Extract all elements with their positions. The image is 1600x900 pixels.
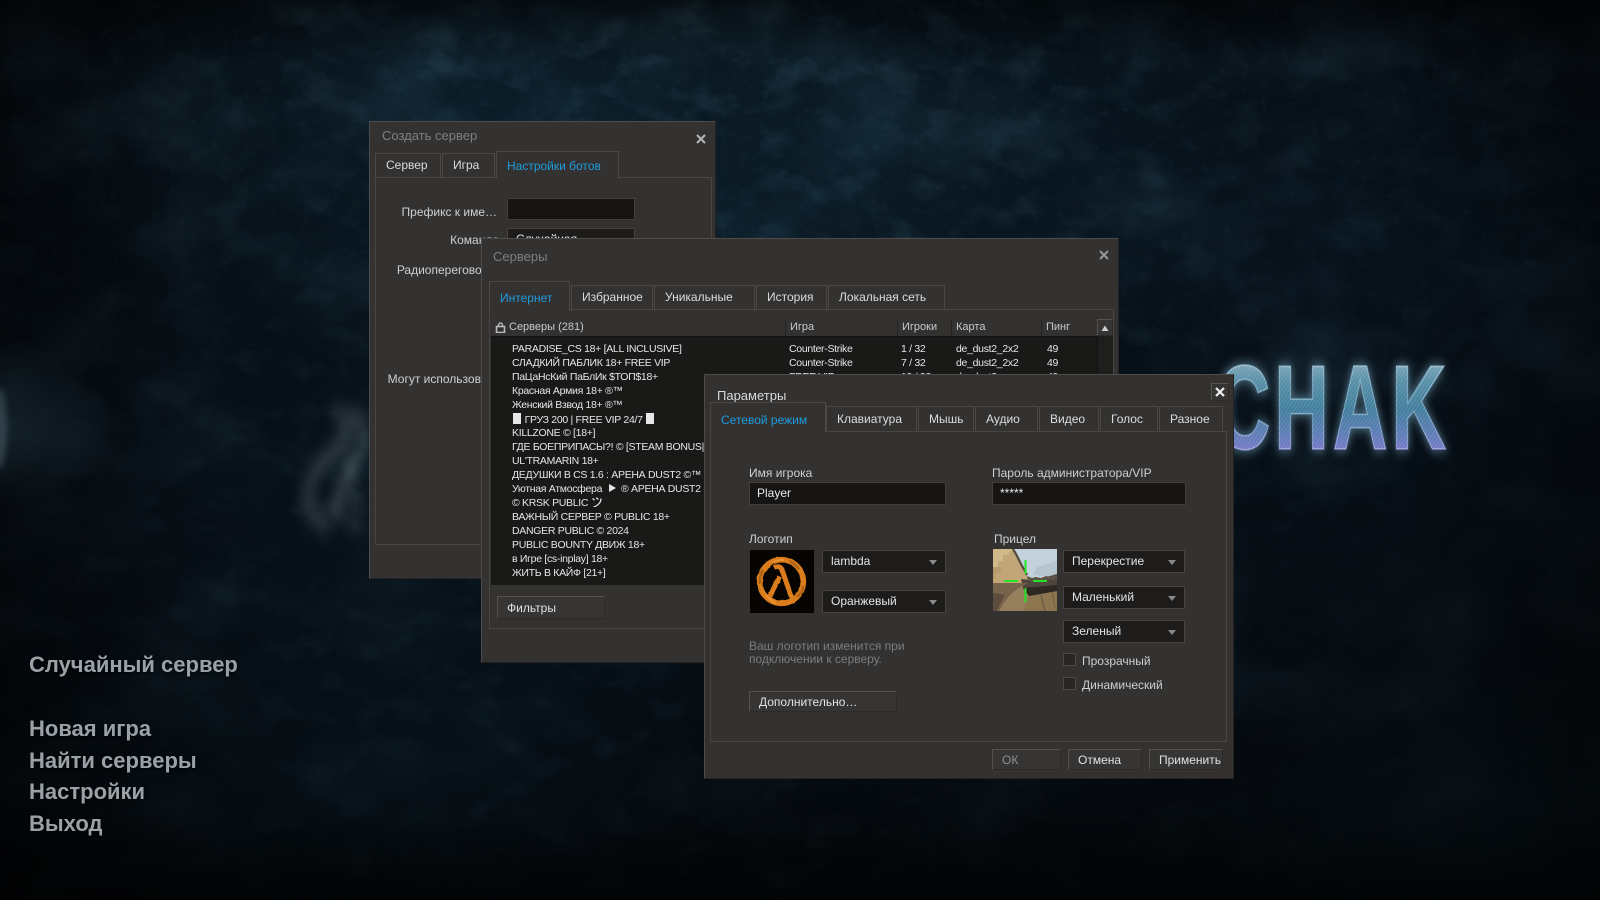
svg-text:CHAK: CHAK (1216, 342, 1450, 475)
